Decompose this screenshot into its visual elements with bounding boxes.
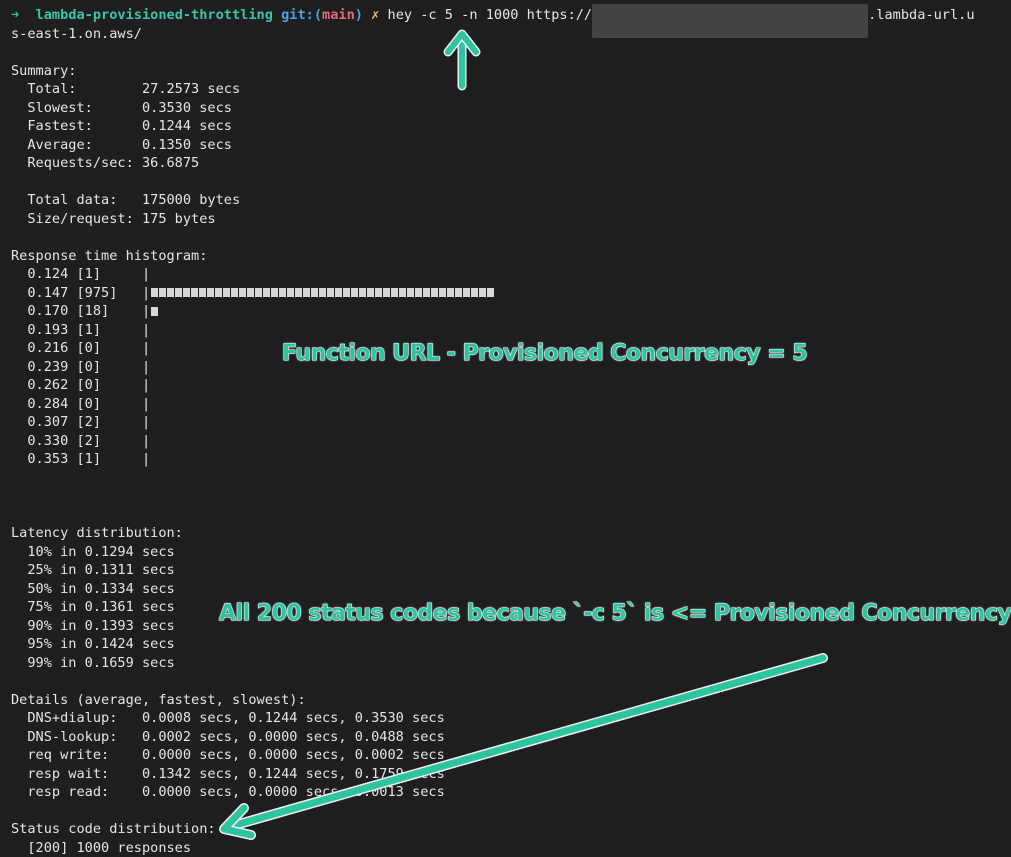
summary-header: Summary:	[11, 62, 1011, 81]
histogram-row: 0.284 [0] |	[11, 395, 1011, 414]
histogram-row-label: 0.147 [975] |	[11, 285, 150, 301]
prompt-arrow-icon: ➜	[11, 7, 19, 23]
histogram-row-label: 0.216 [0] |	[11, 340, 150, 356]
details-row: DNS-lookup: 0.0002 secs, 0.0000 secs, 0.…	[11, 728, 1011, 747]
histogram-row: 0.330 [2] |	[11, 432, 1011, 451]
annotation-note: All 200 status codes because `-c 5` is <…	[219, 605, 1011, 624]
summary-slowest: Slowest: 0.3530 secs	[11, 99, 1011, 118]
histogram-row-label: 0.193 [1] |	[11, 322, 150, 338]
details-row: DNS+dialup: 0.0008 secs, 0.1244 secs, 0.…	[11, 709, 1011, 728]
details-row: resp wait: 0.1342 secs, 0.1244 secs, 0.1…	[11, 765, 1011, 784]
dirty-icon: ✗	[371, 7, 379, 23]
summary-fastest: Fastest: 0.1244 secs	[11, 117, 1011, 136]
histogram-row: 0.170 [18] |	[11, 302, 1011, 321]
histogram-row-label: 0.239 [0] |	[11, 359, 150, 375]
histogram-row: 0.262 [0] |	[11, 376, 1011, 395]
status-header: Status code distribution:	[11, 820, 1011, 839]
prompt-line: ➜ lambda-provisioned-throttling git:(mai…	[11, 6, 1011, 25]
histogram-bar	[151, 307, 159, 316]
command-text: hey -c 5 -n 1000 https://	[388, 7, 593, 23]
histogram-row: 0.193 [1] |	[11, 321, 1011, 340]
redacted-url-block	[592, 4, 868, 38]
latency-header: Latency distribution:	[11, 524, 1011, 543]
summary-total: Total: 27.2573 secs	[11, 80, 1011, 99]
histogram-row-label: 0.170 [18] |	[11, 303, 150, 319]
summary-size-request: Size/request: 175 bytes	[11, 210, 1011, 229]
histogram: 0.124 [1] | 0.147 [975] | 0.170 [18] | 0…	[11, 265, 1011, 469]
summary-average: Average: 0.1350 secs	[11, 136, 1011, 155]
annotation-title: Function URL - Provisioned Concurrency =…	[282, 345, 807, 364]
histogram-header: Response time histogram:	[11, 247, 1011, 266]
git-branch: main	[322, 7, 355, 23]
histogram-row-label: 0.307 [2] |	[11, 414, 150, 430]
latency-row: 10% in 0.1294 secs	[11, 543, 1011, 562]
histogram-row-label: 0.124 [1] |	[11, 266, 150, 282]
url-suffix: .lambda-url.u	[868, 7, 974, 23]
latency-row: 25% in 0.1311 secs	[11, 561, 1011, 580]
histogram-row: 0.307 [2] |	[11, 413, 1011, 432]
summary-total-data: Total data: 175000 bytes	[11, 191, 1011, 210]
histogram-row-label: 0.330 [2] |	[11, 433, 150, 449]
details-header: Details (average, fastest, slowest):	[11, 691, 1011, 710]
histogram-row: 0.147 [975] |	[11, 284, 1011, 303]
histogram-bar	[151, 288, 495, 297]
latency-row: 95% in 0.1424 secs	[11, 635, 1011, 654]
terminal-window[interactable]: ➜ lambda-provisioned-throttling git:(mai…	[0, 0, 1011, 856]
summary-rps: Requests/sec: 36.6875	[11, 154, 1011, 173]
details-row: req write: 0.0000 secs, 0.0000 secs, 0.0…	[11, 746, 1011, 765]
details-row: resp read: 0.0000 secs, 0.0000 secs, 0.0…	[11, 783, 1011, 802]
git-label: git:(	[281, 7, 322, 23]
histogram-row-label: 0.284 [0] |	[11, 396, 150, 412]
histogram-row-label: 0.353 [1] |	[11, 451, 150, 467]
histogram-row-label: 0.262 [0] |	[11, 377, 150, 393]
repo-name: lambda-provisioned-throttling	[36, 7, 273, 23]
histogram-row: 0.353 [1] |	[11, 450, 1011, 469]
status-row: [200] 1000 responses	[11, 839, 1011, 857]
latency-row: 99% in 0.1659 secs	[11, 654, 1011, 673]
git-label-close: )	[355, 7, 363, 23]
histogram-row: 0.124 [1] |	[11, 265, 1011, 284]
latency-row: 50% in 0.1334 secs	[11, 580, 1011, 599]
